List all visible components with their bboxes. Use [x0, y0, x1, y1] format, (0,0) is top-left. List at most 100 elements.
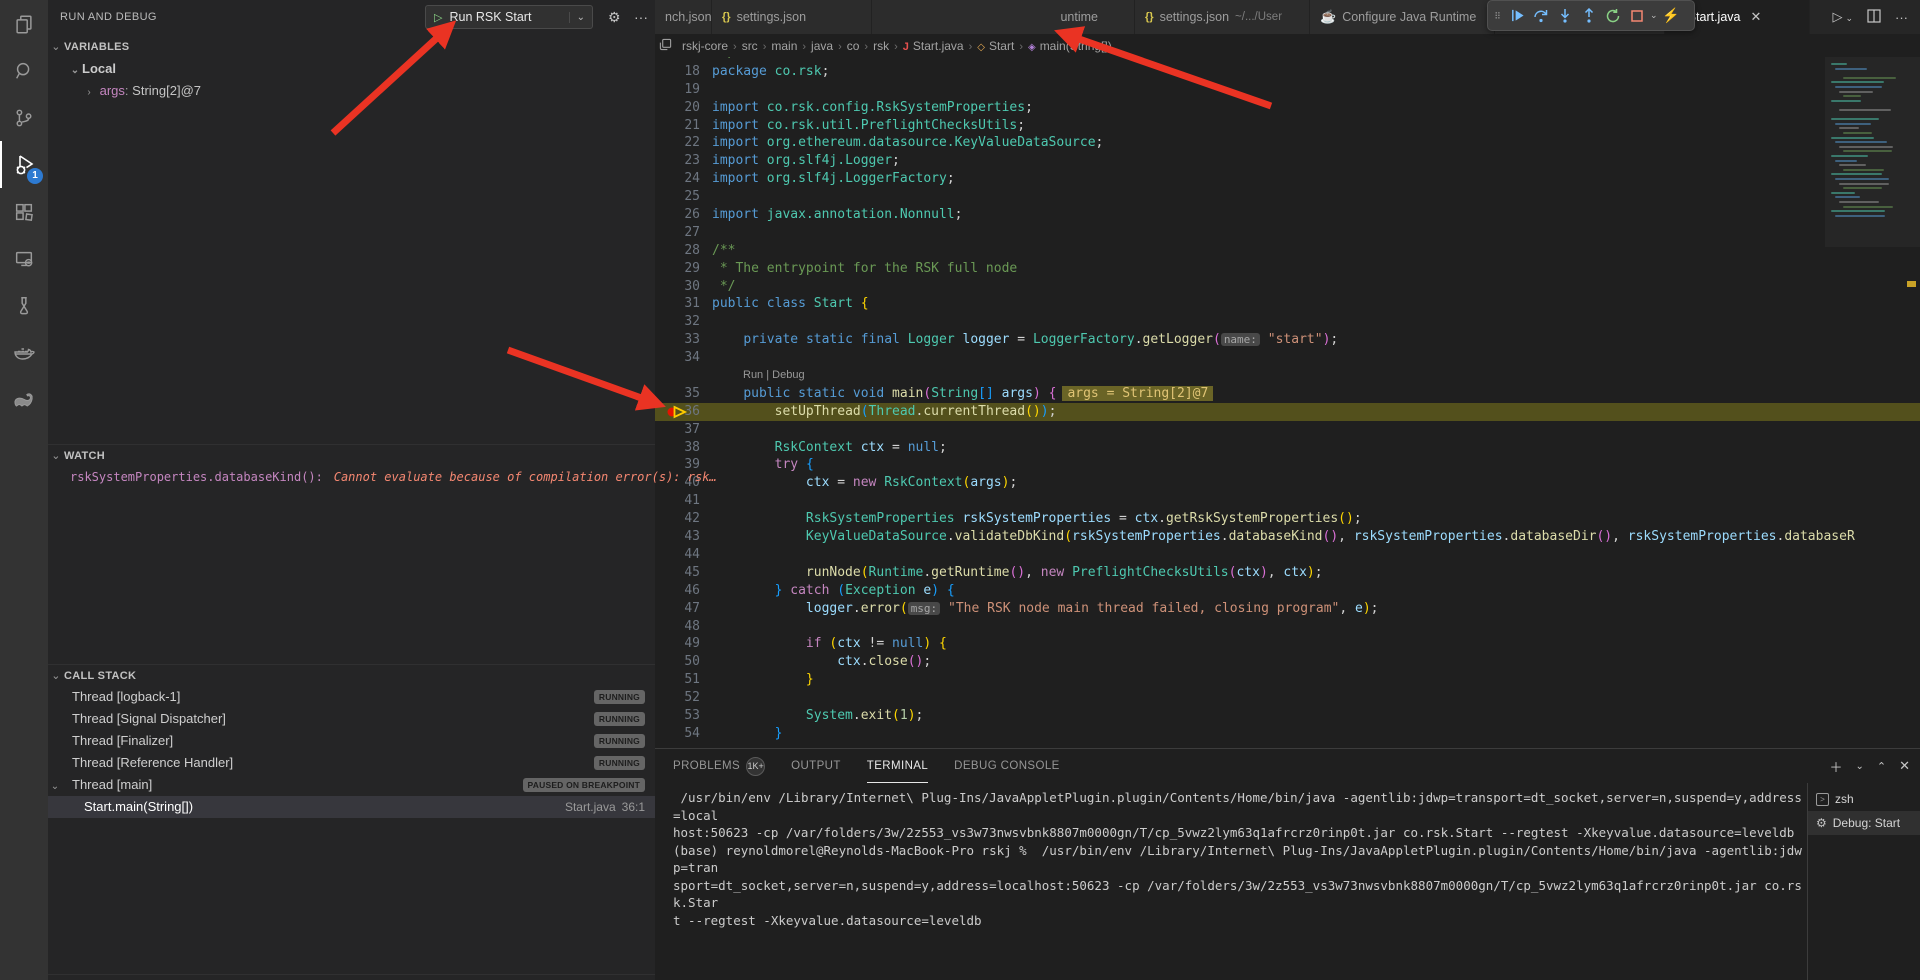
code-line-43[interactable]: 43 KeyValueDataSource.validateDbKind(rsk… [655, 528, 1920, 546]
code-line-50[interactable]: 50 ctx.close(); [655, 653, 1920, 671]
gradle-icon[interactable] [0, 376, 48, 423]
run-file-icon[interactable]: ▷⌄ [1832, 9, 1853, 25]
explorer-icon[interactable] [0, 0, 48, 47]
call-stack-thread[interactable]: Thread [Reference Handler]RUNNING [48, 752, 655, 774]
code-editor[interactable]: 17 */18package co.rsk;1920import co.rsk.… [655, 57, 1920, 748]
code-line-45[interactable]: 45 runNode(Runtime.getRuntime(), new Pre… [655, 564, 1920, 582]
tab-Configure Java Runtime[interactable]: ☕Configure Java Runtime [1310, 0, 1495, 34]
variables-scope-local[interactable]: ⌄Local [48, 58, 655, 80]
more-actions-icon[interactable]: ··· [634, 9, 648, 25]
code-line-39[interactable]: 39 try { [655, 456, 1920, 474]
minimap[interactable] [1825, 57, 1920, 247]
codelens-row[interactable]: Run | Debug [655, 367, 1920, 385]
breadcrumb-item[interactable]: JStart.java [903, 39, 964, 53]
code-line-32[interactable]: 32 [655, 313, 1920, 331]
run-config-dropdown[interactable]: ▷ Run RSK Start ⌄ [425, 5, 593, 29]
close-panel-icon[interactable]: ✕ [1899, 758, 1910, 774]
maximize-panel-icon[interactable]: ⌃ [1877, 760, 1886, 773]
terminal-dropdown-icon[interactable]: ⌄ [1855, 761, 1863, 772]
codelens-run-debug[interactable]: Run | Debug [743, 367, 805, 385]
code-line-44[interactable]: 44 [655, 546, 1920, 564]
extensions-icon[interactable] [0, 188, 48, 235]
breadcrumb-item[interactable]: ◈main(String[]) [1028, 39, 1112, 53]
search-icon[interactable] [0, 47, 48, 94]
stop-dropdown-icon[interactable]: ⌄ [1650, 10, 1658, 21]
docker-icon[interactable] [0, 329, 48, 376]
code-line-51[interactable]: 51 } [655, 671, 1920, 689]
code-line-53[interactable]: 53 System.exit(1); [655, 707, 1920, 725]
code-line-36[interactable]: 36 setUpThread(Thread.currentThread()); [655, 403, 1920, 421]
source-control-icon[interactable] [0, 94, 48, 141]
breadcrumb-item[interactable]: rskj-core [682, 39, 728, 53]
code-line-29[interactable]: 29 * The entrypoint for the RSK full nod… [655, 260, 1920, 278]
code-line-41[interactable]: 41 [655, 492, 1920, 510]
code-line-19[interactable]: 19 [655, 81, 1920, 99]
call-stack-thread[interactable]: ⌄Thread [main]PAUSED ON BREAKPOINT [48, 774, 655, 796]
tab-settings.json[interactable]: {}settings.json~/.../User [1135, 0, 1310, 34]
code-line-38[interactable]: 38 RskContext ctx = null; [655, 439, 1920, 457]
code-line-25[interactable]: 25 [655, 188, 1920, 206]
tab-nch.json[interactable]: nch.json [655, 0, 712, 34]
step-out-icon[interactable] [1578, 4, 1600, 28]
code-line-26[interactable]: 26import javax.annotation.Nonnull; [655, 206, 1920, 224]
code-line-52[interactable]: 52 [655, 689, 1920, 707]
code-line-46[interactable]: 46 } catch (Exception e) { [655, 582, 1920, 600]
call-stack-frame-selected[interactable]: Start.main(String[])Start.java 36:1 [48, 796, 655, 818]
tab-untime[interactable]: untime [872, 0, 1135, 34]
panel-tab-output[interactable]: OUTPUT [791, 749, 841, 783]
continue-icon[interactable] [1506, 4, 1528, 28]
watch-section-header[interactable]: ⌄WATCH [48, 444, 655, 466]
variable-args[interactable]: › args: String[2]@7 [48, 80, 655, 102]
panel-tab-problems[interactable]: PROBLEMS1K+ [673, 749, 765, 783]
more-actions-icon[interactable]: ··· [1895, 10, 1908, 25]
run-and-debug-icon[interactable]: 1 [0, 141, 48, 188]
code-line-49[interactable]: 49 if (ctx != null) { [655, 635, 1920, 653]
call-stack-section-header[interactable]: ⌄CALL STACK [48, 664, 655, 686]
breadcrumb-item[interactable]: ◇Start [977, 39, 1014, 53]
editor-group-icon[interactable] [659, 38, 672, 54]
breadcrumb-item[interactable]: rsk [873, 39, 889, 53]
code-line-18[interactable]: 18package co.rsk; [655, 63, 1920, 81]
code-line-22[interactable]: 22import org.ethereum.datasource.KeyValu… [655, 134, 1920, 152]
tab-settings.json[interactable]: {}settings.json [712, 0, 872, 34]
remote-explorer-icon[interactable] [0, 235, 48, 282]
code-line-54[interactable]: 54 } [655, 725, 1920, 743]
terminal-instance-debug-start[interactable]: ⚙Debug: Start [1808, 811, 1920, 835]
panel-tab-terminal[interactable]: TERMINAL [867, 749, 928, 783]
watch-expression[interactable]: rskSystemProperties.databaseKind(): Cann… [48, 466, 655, 488]
close-icon[interactable]: ✕ [1751, 9, 1762, 25]
code-line-40[interactable]: 40 ctx = new RskContext(args); [655, 474, 1920, 492]
hot-code-replace-icon[interactable]: ⚡ [1660, 4, 1682, 28]
code-line-34[interactable]: 34 [655, 349, 1920, 367]
stop-icon[interactable] [1626, 4, 1648, 28]
call-stack-thread[interactable]: Thread [Signal Dispatcher]RUNNING [48, 708, 655, 730]
code-line-20[interactable]: 20import co.rsk.config.RskSystemProperti… [655, 99, 1920, 117]
call-stack-thread[interactable]: Thread [logback-1]RUNNING [48, 686, 655, 708]
terminal-instance-zsh[interactable]: >zsh [1808, 787, 1920, 811]
code-line-47[interactable]: 47 logger.error(msg: "The RSK node main … [655, 600, 1920, 618]
code-line-28[interactable]: 28/** [655, 242, 1920, 260]
variables-section-header[interactable]: ⌄VARIABLES [48, 36, 655, 58]
breakpoints-section-header[interactable]: ⌄ BREAKPOINTS [48, 974, 655, 980]
code-line-35[interactable]: 35 public static void main(String[] args… [655, 385, 1920, 403]
code-line-30[interactable]: 30 */ [655, 278, 1920, 296]
step-over-icon[interactable] [1530, 4, 1552, 28]
code-line-31[interactable]: 31public class Start { [655, 295, 1920, 313]
restart-icon[interactable] [1602, 4, 1624, 28]
call-stack-thread[interactable]: Thread [Finalizer]RUNNING [48, 730, 655, 752]
breadcrumb-item[interactable]: src [742, 39, 758, 53]
gear-icon[interactable]: ⚙ [608, 9, 621, 25]
split-editor-icon[interactable] [1867, 9, 1881, 26]
breadcrumb-item[interactable]: main [771, 39, 797, 53]
breadcrumb-item[interactable]: java [811, 39, 833, 53]
code-line-42[interactable]: 42 RskSystemProperties rskSystemProperti… [655, 510, 1920, 528]
step-into-icon[interactable] [1554, 4, 1576, 28]
drag-handle-icon[interactable]: ⠿ [1492, 12, 1504, 20]
breadcrumb-item[interactable]: co [847, 39, 860, 53]
terminal-output[interactable]: /usr/bin/env /Library/Internet\ Plug-Ins… [673, 789, 1803, 975]
panel-tab-debug-console[interactable]: DEBUG CONSOLE [954, 749, 1060, 783]
code-line-48[interactable]: 48 [655, 618, 1920, 636]
code-line-37[interactable]: 37 [655, 421, 1920, 439]
new-terminal-icon[interactable]: ＋ [1829, 757, 1842, 776]
code-line-27[interactable]: 27 [655, 224, 1920, 242]
